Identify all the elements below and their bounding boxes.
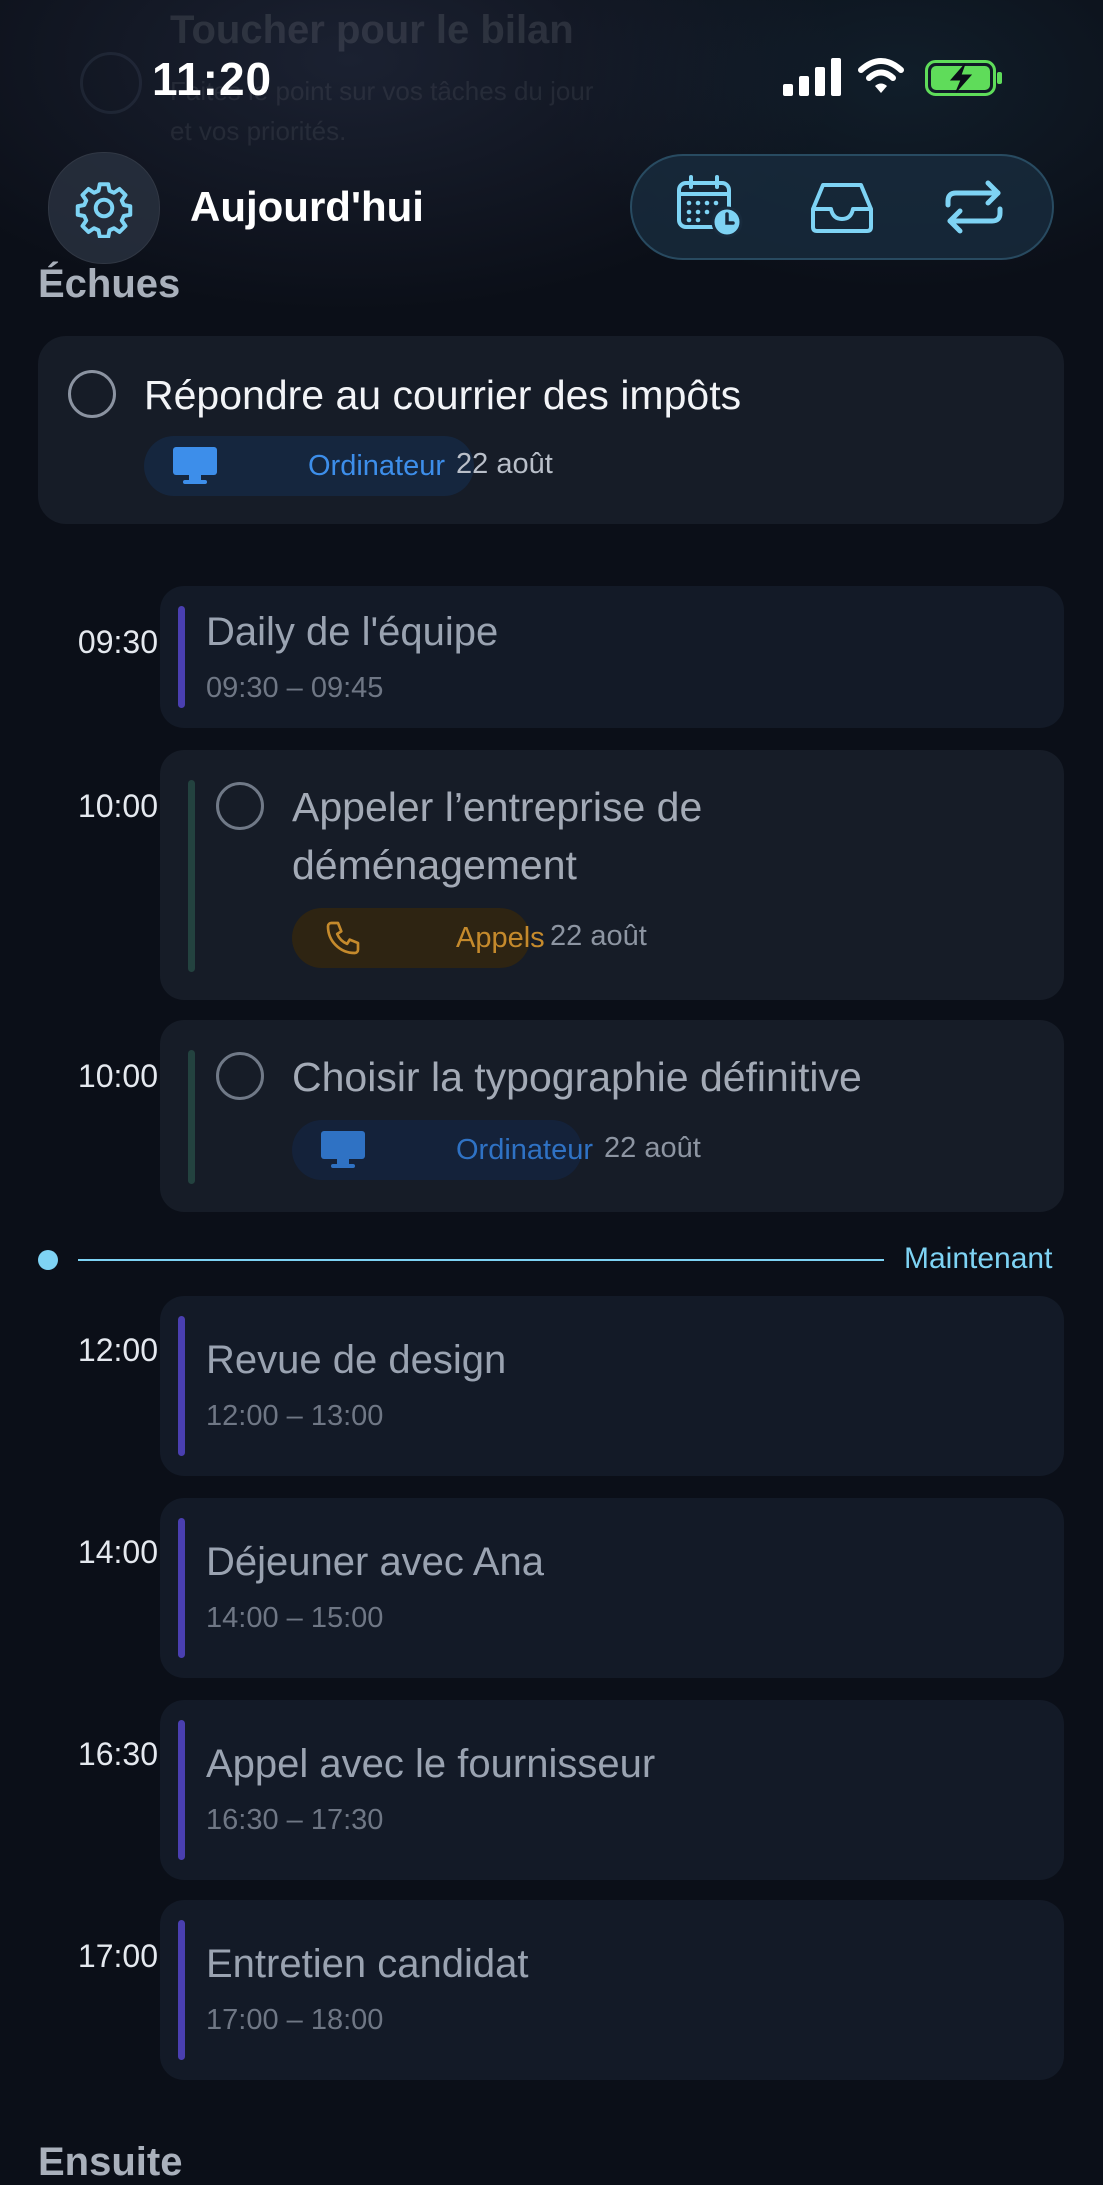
event-color-bar (178, 606, 185, 708)
task-date: 22 août (604, 1132, 701, 1164)
calendar-clock-icon (677, 175, 743, 238)
timeline-time: 10:00 (77, 788, 158, 824)
event-title: Daily de l'équipe (206, 610, 499, 654)
header-toolbar (630, 154, 1054, 260)
now-dot (38, 1250, 58, 1270)
repeat-arrows-icon (945, 180, 1003, 234)
tag-label: Ordinateur (308, 449, 446, 482)
event-card[interactable]: Daily de l'équipe 09:30 – 09:45 (160, 586, 1064, 728)
task-title: Appeler l’entreprise de (292, 784, 703, 830)
task-title-line2: déménagement (292, 842, 577, 888)
inbox-tray-icon (811, 183, 873, 233)
timeline-time: 12:00 (77, 1332, 158, 1368)
event-color-bar (178, 1518, 185, 1658)
status-bar: 11:20 (0, 0, 1103, 160)
task-color-bar (188, 780, 195, 972)
inbox-button[interactable] (794, 164, 890, 250)
task-color-bar (188, 1050, 195, 1184)
battery-charging-icon (925, 60, 1002, 96)
event-time-range: 09:30 – 09:45 (206, 672, 384, 704)
computer-icon (162, 447, 228, 485)
calendar-schedule-button[interactable] (662, 164, 758, 250)
task-tag[interactable]: Ordinateur (144, 436, 474, 496)
task-title: Choisir la typographie définitive (292, 1054, 862, 1100)
event-title: Entretien candidat (206, 1942, 529, 1986)
task-tag[interactable]: Ordinateur (292, 1120, 593, 1180)
event-color-bar (178, 1720, 185, 1860)
event-time-range: 14:00 – 15:00 (206, 1602, 384, 1634)
tag-label: Ordinateur (456, 1133, 594, 1166)
event-card[interactable]: Appel avec le fournisseur 16:30 – 17:30 (160, 1700, 1064, 1880)
event-time-range: 16:30 – 17:30 (206, 1804, 384, 1836)
now-label: Maintenant (904, 1242, 1053, 1275)
event-time-range: 17:00 – 18:00 (206, 2004, 384, 2036)
event-title: Déjeuner avec Ana (206, 1540, 545, 1584)
event-title: Revue de design (206, 1338, 507, 1382)
event-color-bar (178, 1316, 185, 1456)
timeline-time: 14:00 (77, 1534, 158, 1570)
event-card[interactable]: Revue de design 12:00 – 13:00 (160, 1296, 1064, 1476)
event-title: Appel avec le fournisseur (206, 1742, 656, 1786)
task-date: 22 août (550, 920, 647, 952)
timeline-time: 09:30 (77, 624, 158, 660)
page-title: Aujourd'hui (190, 183, 424, 230)
event-color-bar (178, 1920, 185, 2060)
cellular-signal-icon (783, 58, 841, 96)
status-time: 11:20 (152, 53, 273, 105)
settings-button[interactable] (48, 152, 160, 264)
repeat-button[interactable] (926, 164, 1022, 250)
timeline-time: 17:00 (77, 1938, 158, 1974)
gear-icon (75, 182, 133, 238)
wifi-icon (858, 58, 904, 93)
overdue-task-card[interactable]: Répondre au courrier des impôts Ordinate… (38, 336, 1064, 524)
computer-icon (310, 1131, 376, 1169)
next-section-title: Ensuite (38, 2140, 183, 2184)
tag-label: Appels (456, 921, 545, 954)
task-tag[interactable]: Appels (292, 908, 545, 968)
event-time-range: 12:00 – 13:00 (206, 1400, 384, 1432)
task-checkbox[interactable] (216, 782, 264, 830)
task-checkbox[interactable] (216, 1052, 264, 1100)
scheduled-task-card[interactable]: Choisir la typographie définitive Ordina… (160, 1020, 1064, 1212)
task-date: 22 août (456, 448, 553, 480)
scheduled-task-card[interactable]: Appeler l’entreprise de déménagement App… (160, 750, 1064, 1000)
timeline-time: 10:00 (77, 1058, 158, 1094)
now-indicator: Maintenant (38, 1242, 1068, 1275)
event-card[interactable]: Déjeuner avec Ana 14:00 – 15:00 (160, 1498, 1064, 1678)
task-title: Répondre au courrier des impôts (144, 372, 742, 418)
overdue-section-title: Échues (38, 262, 181, 306)
phone-icon (310, 918, 376, 958)
event-card[interactable]: Entretien candidat 17:00 – 18:00 (160, 1900, 1064, 2080)
task-checkbox[interactable] (68, 370, 116, 418)
timeline-time: 16:30 (77, 1736, 158, 1772)
now-line (78, 1259, 884, 1261)
